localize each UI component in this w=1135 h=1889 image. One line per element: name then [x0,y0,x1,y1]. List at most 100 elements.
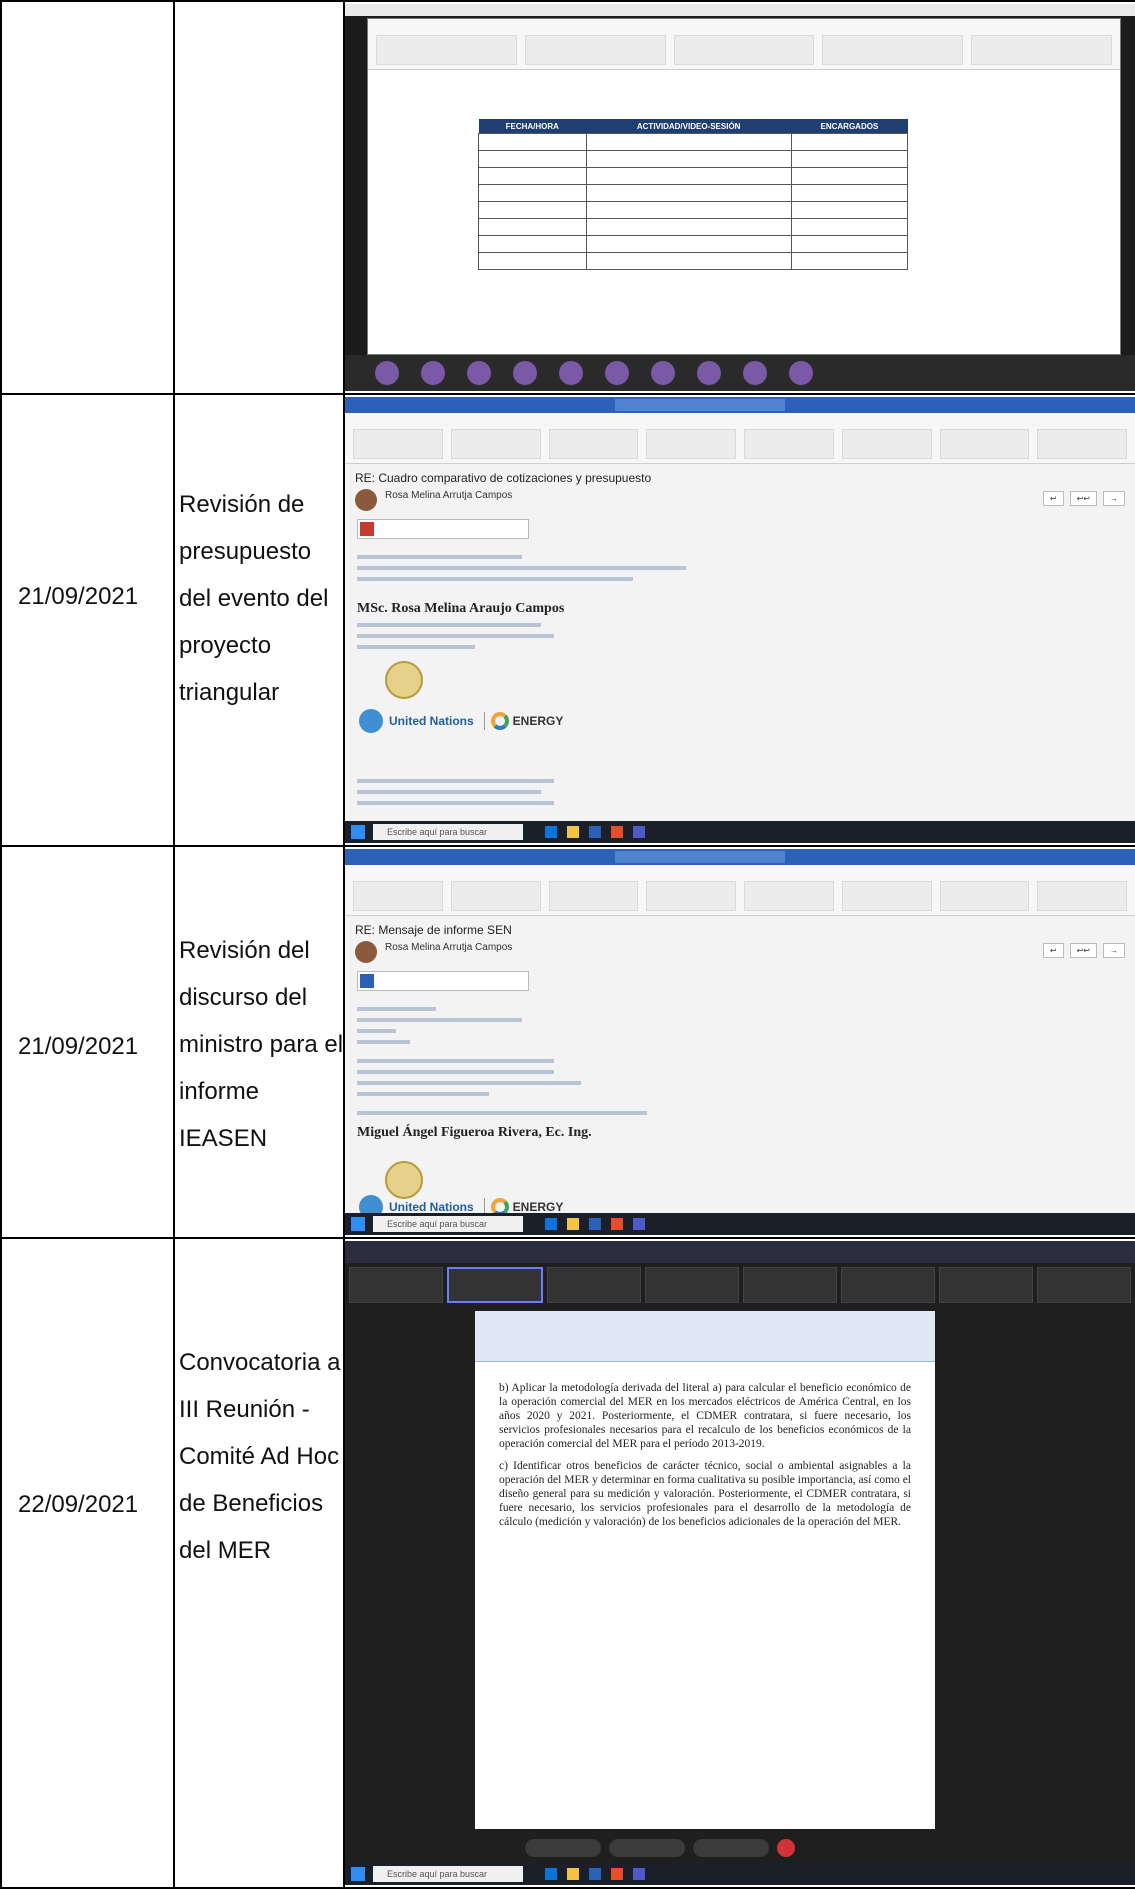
activity-cell: Revisión del discurso del ministro para … [173,847,345,1239]
teams-icon[interactable] [633,826,645,838]
mute-button[interactable] [525,1839,601,1857]
participant-tile[interactable] [447,1267,543,1303]
participant-tile[interactable] [1037,1267,1131,1303]
table-row: 21/09/2021 Revisión del discurso del min… [0,847,1135,1239]
windows-start-icon[interactable] [351,1867,365,1881]
participant-avatar [467,361,491,385]
windows-start-icon[interactable] [351,1217,365,1231]
attachment[interactable] [357,519,529,539]
search-icon [615,399,785,411]
taskbar-search-input[interactable]: Escribe aquí para buscar [373,824,523,840]
activity-cell: Revisión de presupuesto del evento del p… [173,395,345,847]
activity-cell: Convocatoria a III Reunión - Comité Ad H… [173,1239,345,1889]
signature-name: MSc. Rosa Melina Araujo Campos [357,601,565,616]
outlook-icon[interactable] [589,826,601,838]
edge-icon[interactable] [545,826,557,838]
participant-avatar [697,361,721,385]
folder-icon[interactable] [567,1218,579,1230]
participant-tile[interactable] [939,1267,1033,1303]
participant-avatar [421,361,445,385]
outlook-titlebar [345,849,1135,865]
paragraph-c: c) Identificar otros beneficios de carác… [499,1460,911,1528]
avatar [355,489,377,511]
date-cell [0,0,175,395]
government-seal-icon [385,1161,423,1199]
participant-tile[interactable] [743,1267,837,1303]
reply-button[interactable]: ↩ [1042,491,1064,506]
meeting-screenshot: FECHA/HORA ACTIVIDAD/VIDEO-SESIÓN ENCARG… [345,4,1135,391]
reply-buttons: ↩ ↩↩ → [1042,943,1125,958]
shared-screen: b) Aplicar la metodología derivada del l… [345,1307,1135,1863]
folder-icon[interactable] [567,1868,579,1880]
outlook-icon[interactable] [589,1868,601,1880]
taskbar-apps [545,826,645,838]
participants-bar [345,355,1135,391]
participant-tile[interactable] [349,1267,443,1303]
chrome-icon[interactable] [611,826,623,838]
signature-lines [357,623,1015,656]
outlook-ribbon [345,413,1135,464]
taskbar-search-input[interactable]: Escribe aquí para buscar [373,1216,523,1232]
shared-document: b) Aplicar la metodología derivada del l… [475,1311,935,1829]
edge-icon[interactable] [545,1868,557,1880]
activity-description: Convocatoria a III Reunión - Comité Ad H… [179,1349,341,1564]
chrome-icon[interactable] [611,1868,623,1880]
reply-all-button[interactable]: ↩↩ [1069,943,1097,958]
date-cell: 22/09/2021 [0,1239,175,1889]
windows-taskbar: Escribe aquí para buscar [345,1213,1135,1235]
search-icon [615,851,785,863]
folder-icon[interactable] [567,826,579,838]
energy-logo-text: ENERGY [512,714,564,728]
un-logo-text: United Nations [389,1199,474,1214]
ribbon-groups [376,35,1112,65]
date-cell: 21/09/2021 [0,847,175,1239]
agenda-table: FECHA/HORA ACTIVIDAD/VIDEO-SESIÓN ENCARG… [478,119,909,270]
forward-header-lines [357,779,1015,812]
evidence-cell: RE: Mensaje de informe SEN Rosa Melina A… [343,847,1135,1239]
forward-button[interactable]: → [1103,491,1125,506]
activity-description: Revisión de presupuesto del evento del p… [179,491,329,706]
meeting-controls [525,1839,795,1857]
energy-logo: ENERGY [483,712,564,730]
avatar [355,941,377,963]
energy-ring-icon [490,712,509,730]
camera-button[interactable] [609,1839,685,1857]
windows-start-icon[interactable] [351,825,365,839]
email-screenshot: RE: Mensaje de informe SEN Rosa Melina A… [345,849,1135,1235]
email-subject: RE: Cuadro comparativo de cotizaciones y… [355,471,652,485]
outlook-ribbon [345,865,1135,916]
teams-icon[interactable] [633,1218,645,1230]
activity-cell [173,0,345,395]
reply-button[interactable]: ↩ [1042,943,1064,958]
edge-icon[interactable] [545,1218,557,1230]
outlook-titlebar [345,397,1135,413]
email-screenshot: RE: Cuadro comparativo de cotizaciones y… [345,397,1135,843]
participant-tile[interactable] [841,1267,935,1303]
evidence-cell: FECHA/HORA ACTIVIDAD/VIDEO-SESIÓN ENCARG… [343,0,1135,395]
un-energy-logo: United Nations ENERGY [359,709,563,733]
participant-avatar [789,361,813,385]
activity-log-table: FECHA/HORA ACTIVIDAD/VIDEO-SESIÓN ENCARG… [0,0,1135,1889]
taskbar-search-input[interactable]: Escribe aquí para buscar [373,1866,523,1882]
forward-button[interactable]: → [1103,943,1125,958]
participant-tile[interactable] [645,1267,739,1303]
participant-avatar [651,361,675,385]
un-emblem-icon [359,709,383,733]
participant-tile[interactable] [547,1267,641,1303]
attachment[interactable] [357,971,529,991]
reply-all-button[interactable]: ↩↩ [1069,491,1097,506]
email-body-text [357,555,1015,588]
ribbon-groups [353,881,1127,911]
email-subject: RE: Mensaje de informe SEN [355,923,512,937]
share-button[interactable] [693,1839,769,1857]
document-body: b) Aplicar la metodología derivada del l… [499,1381,911,1537]
chrome-icon[interactable] [611,1218,623,1230]
outlook-icon[interactable] [589,1218,601,1230]
teams-icon[interactable] [633,1868,645,1880]
word-doc-icon [360,974,374,988]
government-seal-icon [385,661,423,699]
activity-date: 21/09/2021 [18,1033,139,1060]
activity-date: 21/09/2021 [18,583,139,610]
evidence-cell: RE: Cuadro comparativo de cotizaciones y… [343,395,1135,847]
hang-up-button[interactable] [777,1839,795,1857]
